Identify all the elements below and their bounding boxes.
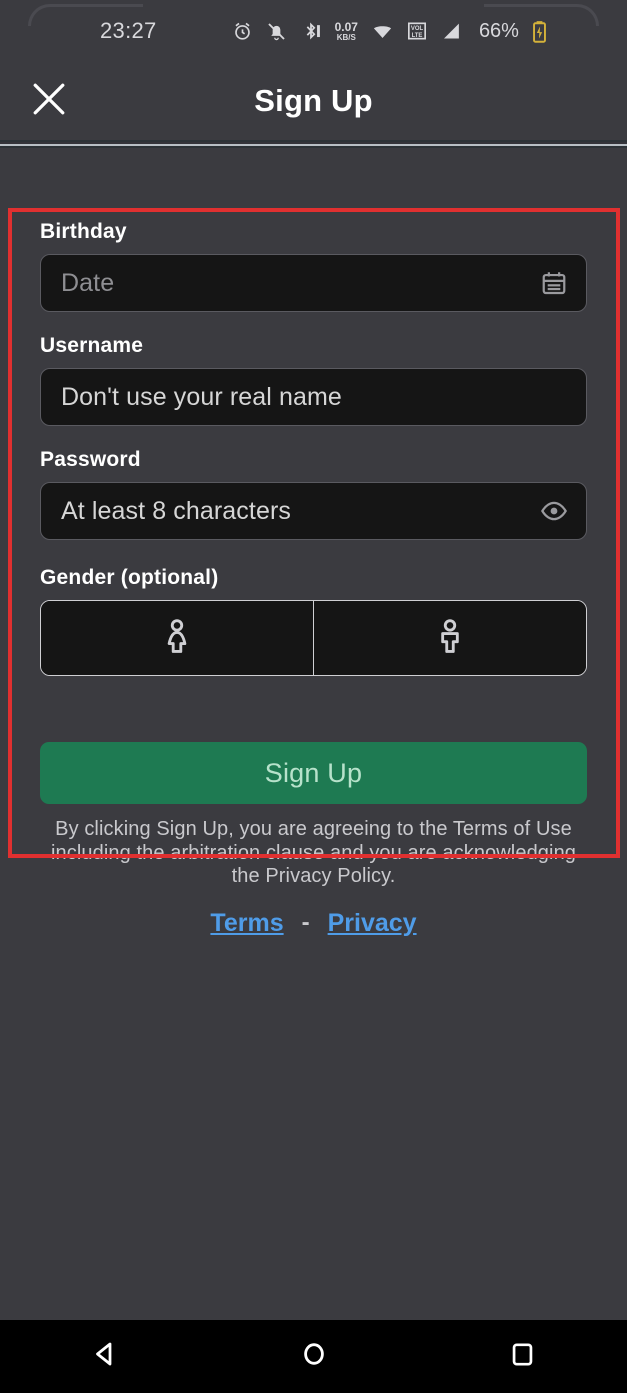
status-bar: 23:27 0.07 KB/S VOL LTE 66% (0, 0, 627, 62)
birthday-label: Birthday (40, 220, 127, 243)
legal-links-row: Terms - Privacy (40, 909, 587, 938)
gender-option-male[interactable] (313, 601, 586, 675)
privacy-link[interactable]: Privacy (328, 909, 417, 938)
password-field-group: Password At least 8 characters (40, 448, 587, 540)
gender-field-group: Gender (optional) (40, 566, 587, 676)
link-separator: - (301, 909, 310, 937)
android-navigation-bar (0, 1320, 627, 1393)
gender-option-female[interactable] (41, 601, 313, 675)
username-field-group: Username Don't use your real name (40, 334, 587, 426)
network-rate-value: 0.07 (334, 19, 358, 34)
password-label: Password (40, 448, 141, 471)
app-bar: Sign Up (0, 62, 627, 140)
male-person-icon (433, 617, 467, 660)
close-icon (27, 77, 71, 126)
password-input[interactable]: At least 8 characters (40, 482, 587, 540)
gender-option-row (40, 600, 587, 676)
svg-text:VOL: VOL (411, 26, 424, 32)
cellular-signal-icon (440, 21, 462, 42)
appbar-divider (0, 140, 627, 148)
alarm-icon (232, 21, 253, 42)
network-speed-icon: 0.07 KB/S (335, 21, 358, 42)
back-triangle-icon (90, 1339, 120, 1374)
nav-home-button[interactable] (269, 1320, 359, 1393)
signup-form: Birthday Date Username Don't use your re… (0, 220, 627, 938)
notifications-muted-icon (266, 21, 287, 42)
username-input[interactable]: Don't use your real name (40, 368, 587, 426)
svg-text:LTE: LTE (412, 33, 423, 39)
birthday-field-group: Birthday Date (40, 220, 587, 312)
signup-button-label: Sign Up (264, 757, 363, 788)
close-button[interactable] (14, 66, 84, 136)
legal-disclaimer: By clicking Sign Up, you are agreeing to… (50, 818, 577, 888)
page-title: Sign Up (254, 83, 373, 118)
wifi-icon (371, 21, 394, 42)
username-label: Username (40, 334, 144, 357)
calendar-icon[interactable] (540, 269, 568, 297)
volte-icon: VOL LTE (407, 21, 427, 41)
status-clock: 23:27 (100, 18, 157, 43)
birthday-input[interactable]: Date (40, 254, 587, 312)
home-circle-icon (300, 1340, 328, 1373)
network-rate-unit: KB/S (336, 32, 356, 42)
bluetooth-icon (300, 20, 322, 42)
birthday-placeholder: Date (61, 268, 115, 297)
nav-back-button[interactable] (60, 1320, 150, 1393)
battery-charging-icon (532, 20, 547, 43)
eye-icon[interactable] (540, 497, 568, 525)
terms-link[interactable]: Terms (210, 909, 283, 938)
signup-button[interactable]: Sign Up (40, 742, 587, 804)
female-person-icon (160, 617, 194, 660)
battery-percent-label: 66% (478, 19, 519, 42)
nav-recents-button[interactable] (478, 1320, 568, 1393)
password-placeholder: At least 8 characters (61, 496, 291, 525)
phone-screen: 23:27 0.07 KB/S VOL LTE 66% Sign Up Birt… (0, 0, 627, 1393)
recents-square-icon (509, 1341, 536, 1373)
username-placeholder: Don't use your real name (61, 382, 342, 411)
gender-label: Gender (optional) (40, 566, 219, 589)
